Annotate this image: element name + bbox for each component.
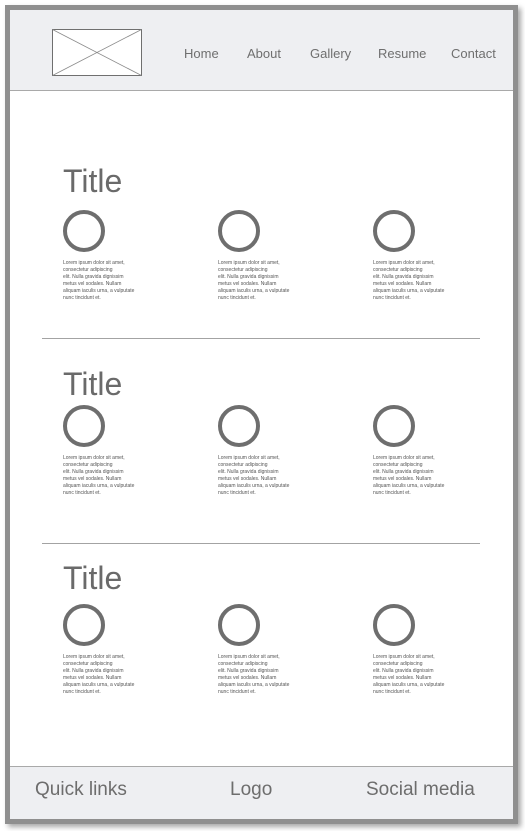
feature-item: Lorem ipsum dolor sit amet, consectetur … bbox=[63, 604, 163, 696]
footer: Quick links Logo Social media bbox=[10, 766, 513, 819]
feature-text: Lorem ipsum dolor sit amet, consectetur … bbox=[63, 260, 135, 301]
footer-quick-links[interactable]: Quick links bbox=[35, 779, 127, 801]
section-title: Title bbox=[63, 163, 123, 199]
nav-contact[interactable]: Contact bbox=[451, 46, 496, 61]
feature-item: Lorem ipsum dolor sit amet, consectetur … bbox=[218, 210, 318, 302]
nav-home[interactable]: Home bbox=[184, 46, 219, 61]
feature-item: Lorem ipsum dolor sit amet, consectetur … bbox=[373, 405, 473, 497]
circle-icon bbox=[218, 604, 260, 646]
main-nav: Home About Gallery Resume Contact bbox=[10, 46, 513, 66]
feature-item: Lorem ipsum dolor sit amet, consectetur … bbox=[218, 405, 318, 497]
feature-text: Lorem ipsum dolor sit amet, consectetur … bbox=[373, 455, 445, 496]
section-title: Title bbox=[63, 560, 123, 596]
feature-text: Lorem ipsum dolor sit amet, consectetur … bbox=[63, 654, 135, 695]
circle-icon bbox=[218, 405, 260, 447]
nav-gallery[interactable]: Gallery bbox=[310, 46, 351, 61]
wireframe-page: Home About Gallery Resume Contact Title … bbox=[5, 5, 518, 824]
feature-text: Lorem ipsum dolor sit amet, consectetur … bbox=[373, 654, 445, 695]
feature-text: Lorem ipsum dolor sit amet, consectetur … bbox=[63, 455, 135, 496]
section-divider bbox=[42, 543, 480, 544]
feature-text: Lorem ipsum dolor sit amet, consectetur … bbox=[218, 260, 290, 301]
circle-icon bbox=[63, 604, 105, 646]
feature-text: Lorem ipsum dolor sit amet, consectetur … bbox=[373, 260, 445, 301]
feature-item: Lorem ipsum dolor sit amet, consectetur … bbox=[373, 210, 473, 302]
nav-about[interactable]: About bbox=[247, 46, 281, 61]
feature-text: Lorem ipsum dolor sit amet, consectetur … bbox=[218, 455, 290, 496]
circle-icon bbox=[373, 604, 415, 646]
circle-icon bbox=[63, 210, 105, 252]
feature-text: Lorem ipsum dolor sit amet, consectetur … bbox=[218, 654, 290, 695]
header: Home About Gallery Resume Contact bbox=[10, 10, 513, 91]
section-title: Title bbox=[63, 366, 123, 402]
feature-item: Lorem ipsum dolor sit amet, consectetur … bbox=[373, 604, 473, 696]
feature-item: Lorem ipsum dolor sit amet, consectetur … bbox=[63, 405, 163, 497]
circle-icon bbox=[373, 210, 415, 252]
circle-icon bbox=[63, 405, 105, 447]
footer-logo[interactable]: Logo bbox=[230, 779, 272, 801]
feature-item: Lorem ipsum dolor sit amet, consectetur … bbox=[218, 604, 318, 696]
circle-icon bbox=[373, 405, 415, 447]
footer-social-media[interactable]: Social media bbox=[366, 779, 475, 801]
feature-item: Lorem ipsum dolor sit amet, consectetur … bbox=[63, 210, 163, 302]
circle-icon bbox=[218, 210, 260, 252]
section-divider bbox=[42, 338, 480, 339]
nav-resume[interactable]: Resume bbox=[378, 46, 426, 61]
